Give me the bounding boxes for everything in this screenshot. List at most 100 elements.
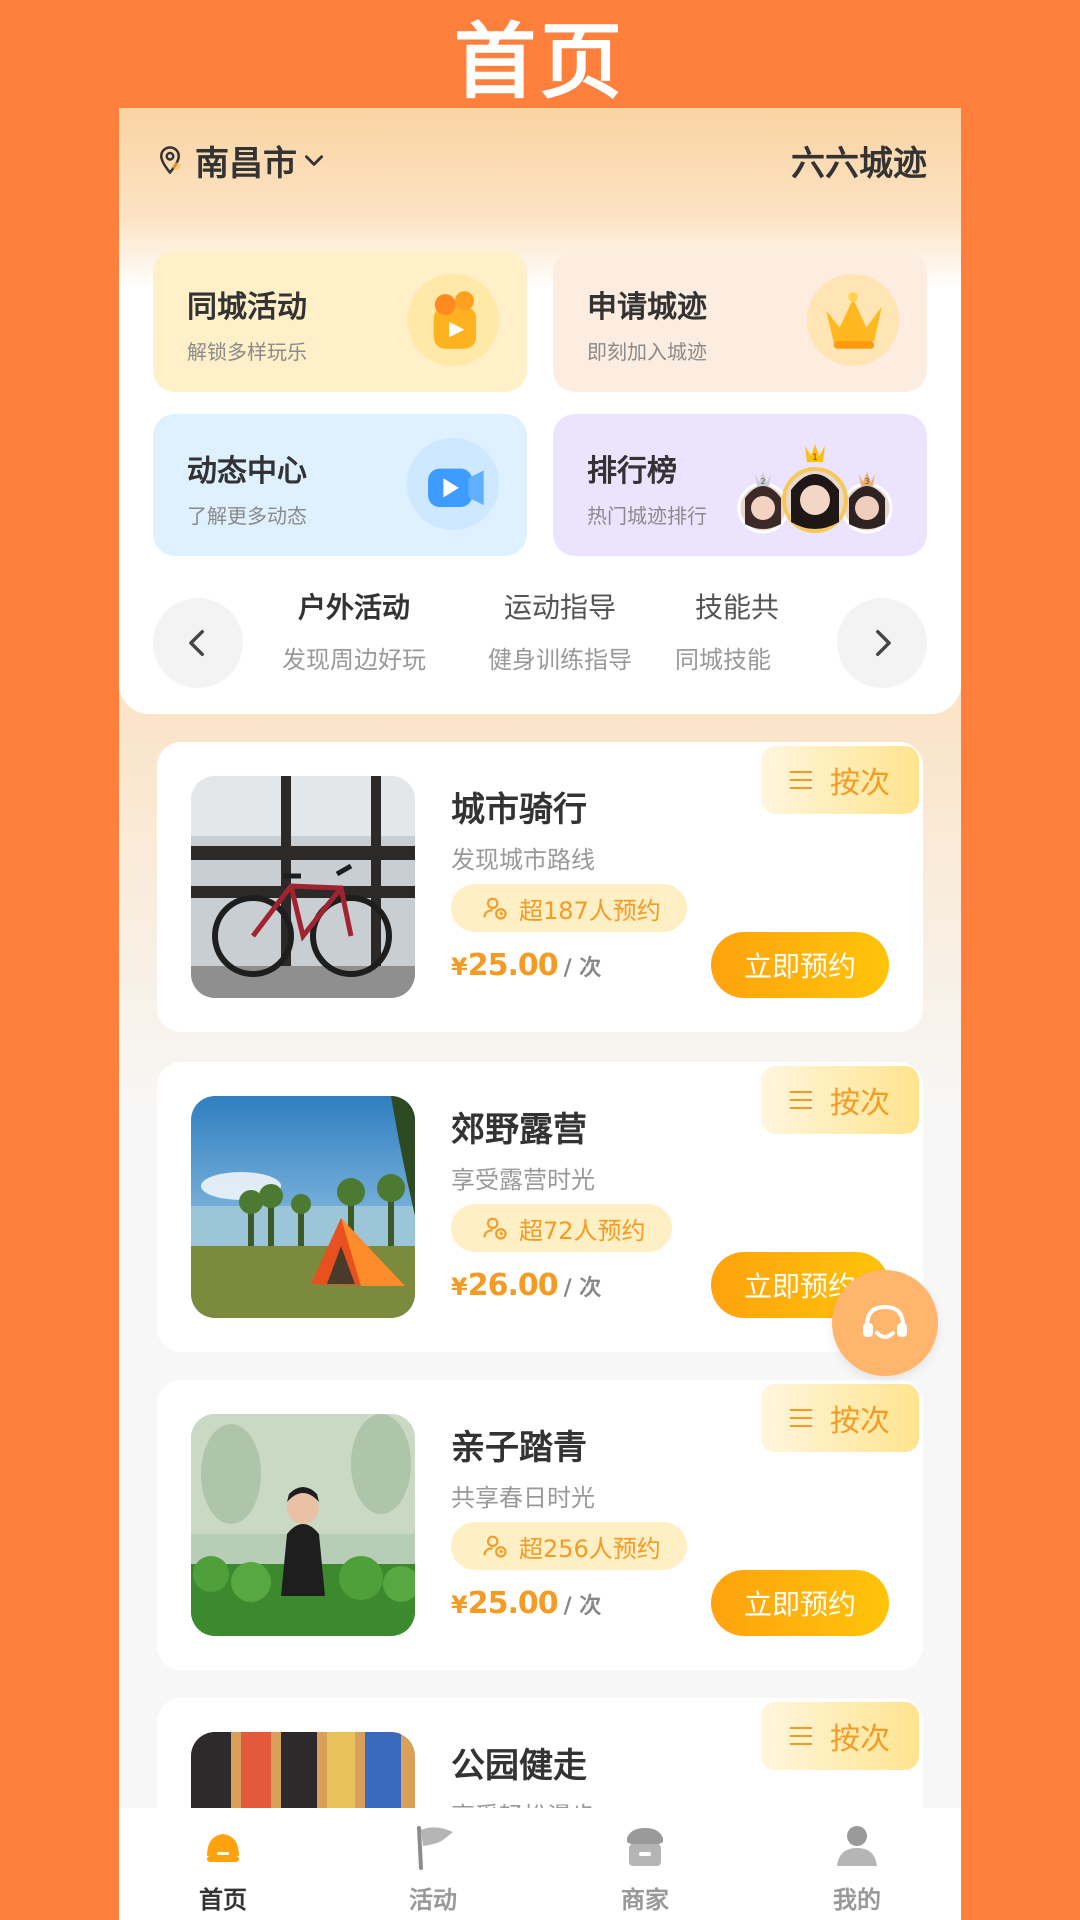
feature-title: 动态中心 (187, 454, 307, 489)
booking-count-badge: 超187人预约 (451, 884, 687, 932)
feature-title: 同城活动 (187, 290, 307, 325)
video-icon (406, 437, 500, 531)
city-name: 南昌市 (195, 143, 297, 184)
price: ¥ 25.00 / 次 (451, 1586, 601, 1621)
category-sports[interactable]: 运动指导 健身训练指导 (465, 586, 655, 675)
activity-subtitle: 发现城市路线 (451, 846, 595, 874)
app-screen: 南昌市 六六城迹 同城活动 解锁多样玩乐 申请城迹 即刻加入城迹 动态中心 了解… (119, 108, 961, 1920)
price-unit: / 次 (563, 1594, 602, 1619)
activity-title: 郊野露营 (451, 1110, 587, 1150)
currency-symbol: ¥ (451, 1591, 468, 1619)
currency-symbol: ¥ (451, 953, 468, 981)
category-skills[interactable]: 技能共 同城技能 (675, 586, 831, 675)
category-title: 技能共 (695, 591, 780, 624)
tab-activities[interactable]: 活动 (373, 1816, 493, 1920)
category-scroller: 户外活动 发现周边好玩 运动指导 健身训练指导 技能共 同城技能 (119, 586, 961, 688)
user-clock-icon (483, 1217, 507, 1240)
billing-tag: 按次 (761, 1384, 919, 1452)
booking-count-badge: 超72人预约 (451, 1204, 672, 1252)
activity-image-camping (191, 1096, 415, 1318)
activity-image-family-outing (191, 1414, 415, 1636)
list-icon (790, 1727, 812, 1745)
rank-1-label: 1 (812, 453, 818, 463)
tab-label: 我的 (833, 1886, 881, 1914)
activity-title: 亲子踏青 (451, 1428, 587, 1468)
category-outdoor[interactable]: 户外活动 发现周边好玩 (259, 586, 449, 675)
feature-subtitle: 热门城迹排行 (587, 504, 707, 528)
list-icon (790, 1409, 812, 1427)
billing-tag-label: 按次 (830, 766, 890, 801)
price-unit: / 次 (563, 1276, 602, 1301)
billing-tag-label: 按次 (830, 1086, 890, 1121)
book-now-button[interactable]: 立即预约 (711, 1570, 889, 1636)
price-value: 26.00 (467, 1268, 559, 1303)
user-clock-icon (483, 897, 507, 920)
price: ¥ 26.00 / 次 (451, 1268, 601, 1303)
brand-name: 六六城迹 (791, 143, 927, 184)
activity-card[interactable]: 城市骑行 发现城市路线 超187人预约 ¥ 25.00 / 次 立即预约 按次 (157, 742, 923, 1032)
category-subtitle: 健身训练指导 (488, 646, 632, 674)
page-title: 首页 (453, 14, 626, 110)
activity-image-bicycle (191, 776, 415, 998)
category-subtitle: 发现周边好玩 (282, 646, 426, 674)
category-title: 户外活动 (297, 591, 410, 624)
activity-subtitle: 享受露营时光 (451, 1166, 595, 1194)
feature-card-ranking[interactable]: 排行榜 热门城迹排行 1 2 3 (553, 414, 927, 556)
booking-count: 超187人预约 (519, 896, 661, 925)
tab-home[interactable]: 首页 (163, 1816, 283, 1920)
activity-card[interactable]: 郊野露营 享受露营时光 超72人预约 ¥ 26.00 / 次 立即预约 按次 (157, 1062, 923, 1352)
feature-card-apply[interactable]: 申请城迹 即刻加入城迹 (553, 250, 927, 392)
price-unit: / 次 (563, 956, 602, 981)
chevron-left-icon (189, 629, 204, 657)
chevron-right-icon (876, 629, 891, 657)
scroll-right-button[interactable] (837, 598, 927, 688)
scroll-left-button[interactable] (153, 598, 243, 688)
feature-subtitle: 即刻加入城迹 (587, 340, 707, 364)
ranking-avatars: 1 2 3 (737, 444, 893, 534)
booking-count: 超256人预约 (519, 1534, 661, 1563)
list-icon (790, 1091, 812, 1109)
book-now-button[interactable]: 立即预约 (711, 932, 889, 998)
feature-card-local-activities[interactable]: 同城活动 解锁多样玩乐 (153, 250, 527, 392)
tab-label: 商家 (621, 1886, 669, 1914)
city-selector[interactable]: 南昌市 (155, 130, 327, 190)
feature-subtitle: 了解更多动态 (187, 504, 307, 528)
price: ¥ 25.00 / 次 (451, 948, 601, 983)
currency-symbol: ¥ (451, 1273, 468, 1301)
feature-subtitle: 解锁多样玩乐 (187, 340, 307, 364)
user-clock-icon (483, 1535, 507, 1558)
bottom-tab-bar: 首页 活动 商家 我的 (119, 1808, 961, 1920)
tab-merchants[interactable]: 商家 (585, 1816, 705, 1920)
feature-title: 申请城迹 (587, 290, 707, 325)
rank-3-label: 3 (864, 477, 869, 486)
tab-label: 活动 (409, 1886, 457, 1914)
store-icon (627, 1828, 663, 1866)
top-panel: 南昌市 六六城迹 同城活动 解锁多样玩乐 申请城迹 即刻加入城迹 动态中心 了解… (119, 108, 961, 714)
rank-2-label: 2 (760, 477, 765, 486)
user-icon (837, 1826, 877, 1866)
booking-count-badge: 超256人预约 (451, 1522, 687, 1570)
activity-card[interactable]: 亲子踏青 共享春日时光 超256人预约 ¥ 25.00 / 次 立即预约 按次 (157, 1380, 923, 1670)
ticket-icon (406, 273, 500, 367)
category-subtitle: 同城技能 (675, 646, 771, 674)
category-title: 运动指导 (503, 591, 616, 624)
location-pin-icon (159, 146, 181, 175)
activity-subtitle: 共享春日时光 (451, 1484, 595, 1512)
billing-tag-label: 按次 (830, 1722, 890, 1757)
feature-card-feed[interactable]: 动态中心 了解更多动态 (153, 414, 527, 556)
crown-icon (806, 273, 900, 367)
billing-tag-label: 按次 (830, 1404, 890, 1439)
tab-profile[interactable]: 我的 (797, 1816, 917, 1920)
billing-tag: 按次 (761, 1066, 919, 1134)
home-icon (207, 1834, 239, 1862)
customer-service-button[interactable] (832, 1270, 938, 1376)
price-value: 25.00 (467, 948, 559, 983)
headset-icon (863, 1304, 907, 1339)
billing-tag: 按次 (761, 1702, 919, 1770)
billing-tag: 按次 (761, 746, 919, 814)
chevron-down-icon (305, 155, 323, 166)
price-value: 25.00 (467, 1586, 559, 1621)
activity-title: 公园健走 (451, 1746, 587, 1786)
flag-icon (417, 1826, 453, 1870)
feature-title: 排行榜 (587, 454, 677, 489)
